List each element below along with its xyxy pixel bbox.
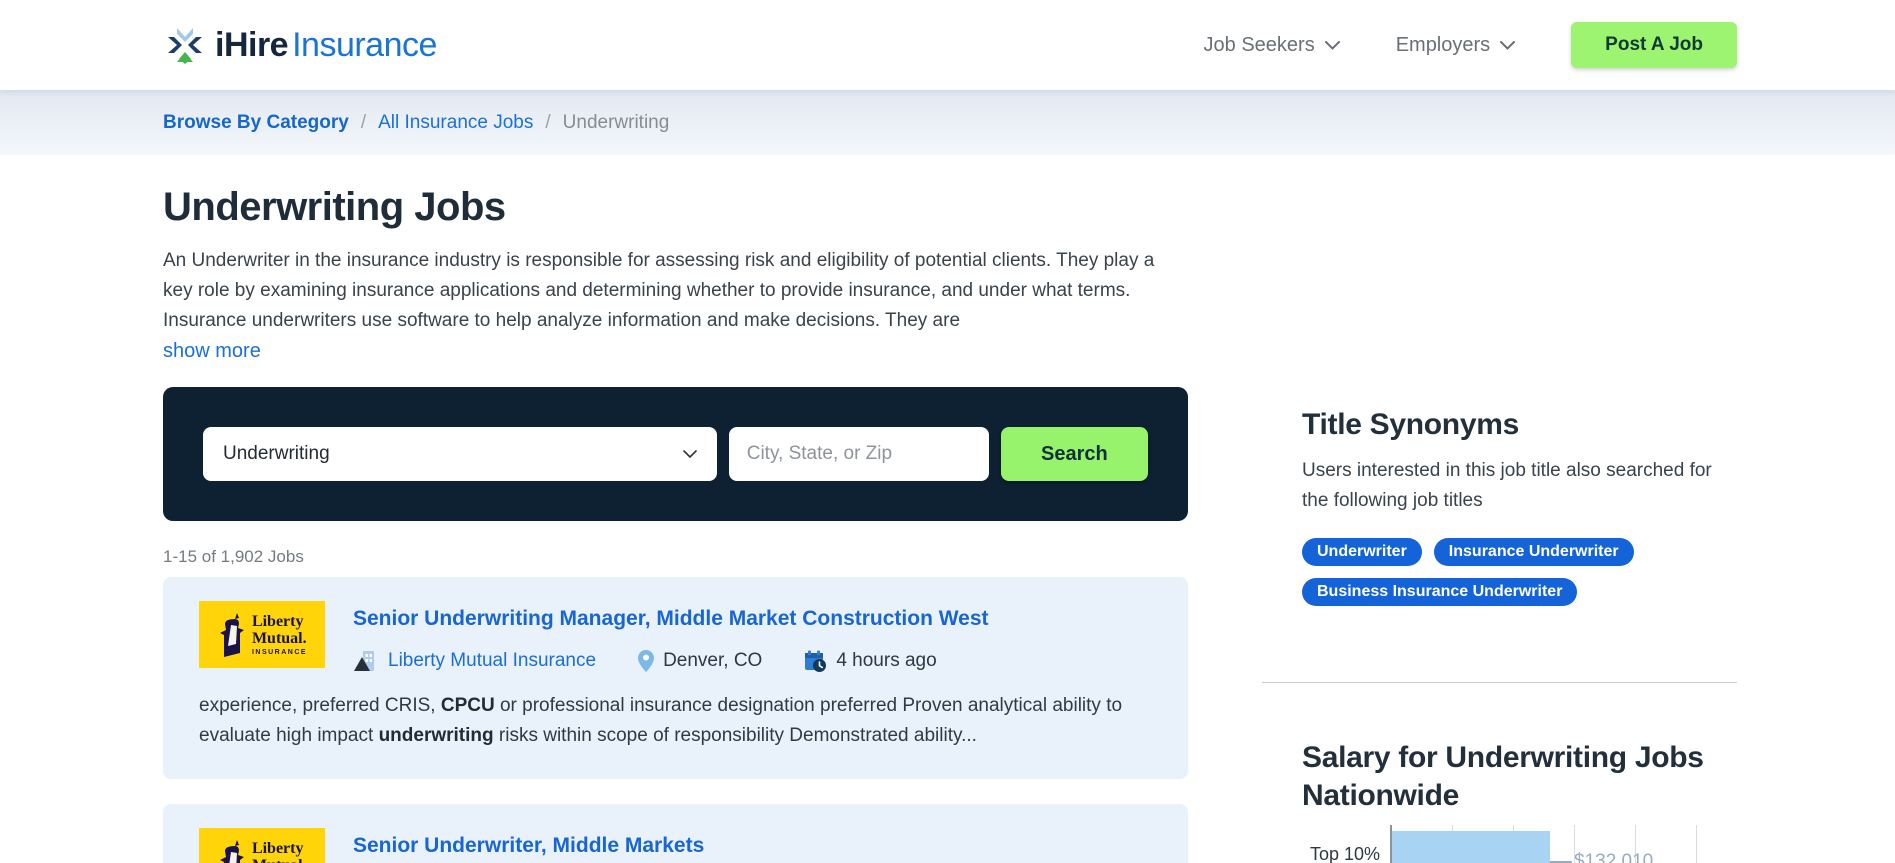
logo-line2: Mutual.	[251, 630, 307, 647]
job-title-link[interactable]: Senior Underwriter, Middle Markets	[353, 834, 704, 858]
location-text: Denver, CO	[663, 650, 763, 671]
logo-line3: INSURANCE	[251, 649, 308, 656]
company-logo: Liberty Mutual. INSURANCE	[199, 601, 325, 668]
statue-of-liberty-icon	[217, 611, 247, 659]
logo-line1: Liberty	[251, 840, 304, 857]
breadcrumb-separator: /	[545, 111, 551, 133]
job-card: Liberty Mutual. INSURANCE Senior Underwr…	[163, 804, 1188, 863]
breadcrumb-all-insurance-jobs[interactable]: All Insurance Jobs	[378, 112, 533, 134]
chart-row-label: Top 10%	[1309, 843, 1380, 863]
job-title-select-value: Underwriting	[223, 443, 330, 464]
title-synonyms-heading: Title Synonyms	[1302, 408, 1519, 441]
company-link[interactable]: Liberty Mutual Insurance	[388, 650, 596, 672]
chart-bar-top-10	[1392, 831, 1550, 863]
ihire-star-icon	[163, 23, 207, 67]
sidebar-divider	[1262, 682, 1737, 683]
site-header: iHire Insurance Job Seekers Employers Pos…	[0, 0, 1895, 90]
location-pin-icon	[638, 649, 655, 673]
salary-heading: Salary for Underwriting Jobs Nationwide	[1302, 741, 1704, 812]
job-title-link[interactable]: Senior Underwriting Manager, Middle Mark…	[353, 607, 989, 631]
breadcrumb-browse-by-category[interactable]: Browse By Category	[163, 112, 349, 134]
synonym-tag[interactable]: Underwriter	[1302, 538, 1422, 566]
nav-employers-label: Employers	[1395, 33, 1491, 56]
company-logo: Liberty Mutual. INSURANCE	[199, 828, 325, 863]
logo-line2: Mutual.	[252, 857, 307, 863]
brand-text: iHire Insurance	[215, 26, 437, 65]
calendar-clock-icon	[804, 650, 827, 673]
breadcrumb-current: Underwriting	[562, 111, 670, 133]
synonym-tag[interactable]: Insurance Underwriter	[1433, 538, 1634, 566]
company-building-icon	[353, 649, 379, 673]
job-search-panel: Underwriting Search	[163, 387, 1188, 521]
nav-job-seekers-label: Job Seekers	[1203, 33, 1315, 56]
breadcrumb-separator: /	[360, 111, 367, 133]
posted-meta: 4 hours ago	[804, 650, 937, 673]
title-synonyms-subtitle: Users interested in this job title also …	[1302, 460, 1712, 511]
search-button[interactable]: Search	[1000, 427, 1148, 481]
chart-callout: $132,010	[1550, 851, 1653, 863]
job-snippet: experience, preferred CRIS, CPCU or prof…	[199, 695, 1123, 746]
breadcrumb-bar: Browse By Category / All Insurance Jobs …	[0, 90, 1895, 155]
job-title-select[interactable]: Underwriting	[203, 427, 717, 481]
chevron-down-icon	[682, 449, 697, 459]
brand-name-light: Insurance	[292, 25, 437, 64]
synonym-tags: Underwriter Insurance Underwriter Busine…	[1302, 538, 1737, 606]
sidebar: Title Synonyms Users interested in this …	[1262, 155, 1737, 863]
location-meta: Denver, CO	[638, 649, 763, 673]
brand-logo[interactable]: iHire Insurance	[163, 23, 437, 67]
page-title: Underwriting Jobs	[163, 185, 506, 229]
location-input[interactable]	[728, 427, 989, 481]
chart-value-label: $132,010	[1574, 851, 1654, 863]
show-more-link[interactable]: show more	[163, 340, 261, 363]
job-card: Liberty Mutual. INSURANCE Senior Underwr…	[163, 577, 1188, 779]
results-count: 1-15 of 1,902 Jobs	[163, 547, 304, 566]
post-a-job-button[interactable]: Post A Job	[1571, 22, 1737, 68]
chart-plot-area: $132,010	[1390, 825, 1737, 863]
synonym-tag[interactable]: Business Insurance Underwriter	[1302, 578, 1578, 606]
statue-of-liberty-icon	[217, 838, 247, 863]
posted-time: 4 hours ago	[836, 650, 937, 671]
logo-line1: Liberty	[251, 613, 304, 630]
page-description: An Underwriter in the insurance industry…	[163, 250, 1155, 331]
chevron-down-icon	[1324, 40, 1340, 50]
brand-name-bold: iHire	[215, 25, 289, 64]
company-meta: Liberty Mutual Insurance	[353, 649, 596, 673]
nav-employers[interactable]: Employers	[1395, 33, 1516, 57]
nav-job-seekers[interactable]: Job Seekers	[1204, 34, 1340, 57]
salary-chart: Top 10% $132,010	[1302, 825, 1737, 863]
breadcrumb: Browse By Category / All Insurance Jobs …	[163, 112, 669, 134]
chevron-down-icon	[1500, 40, 1516, 50]
